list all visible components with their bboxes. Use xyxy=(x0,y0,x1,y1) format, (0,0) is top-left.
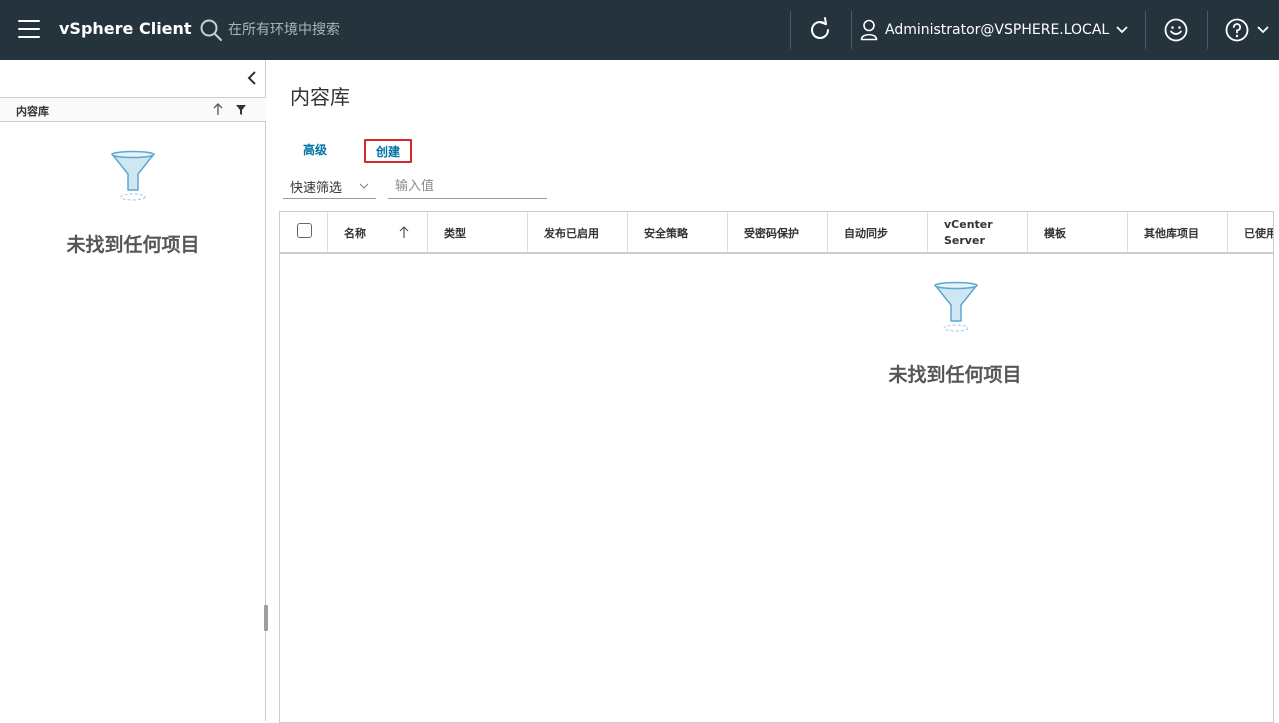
panel-splitter-handle[interactable] xyxy=(264,605,268,631)
quick-filter-select[interactable]: 快速筛选 xyxy=(283,175,376,199)
select-all-column xyxy=(280,212,328,252)
column-header-vcenter-server[interactable]: vCenter Server xyxy=(928,212,1028,252)
left-navigator-panel: 内容库 未找到任何项目 xyxy=(0,60,268,721)
select-all-checkbox[interactable] xyxy=(297,223,312,238)
funnel-icon xyxy=(111,150,155,201)
search-icon xyxy=(200,19,222,41)
menu-icon[interactable] xyxy=(18,20,40,40)
header-divider xyxy=(851,11,852,49)
chevron-down-icon xyxy=(1257,26,1269,34)
user-menu[interactable]: Administrator@VSPHERE.LOCAL xyxy=(860,15,1129,45)
smiley-icon[interactable] xyxy=(1163,17,1189,43)
create-button[interactable]: 创建 xyxy=(364,139,412,163)
funnel-icon xyxy=(934,281,978,332)
column-header-used[interactable]: 已使用 xyxy=(1228,212,1273,252)
column-header-publish-enabled[interactable]: 发布已启用 xyxy=(528,212,628,252)
quick-filter-label: 快速筛选 xyxy=(290,181,343,196)
filter-value-input[interactable] xyxy=(388,175,547,199)
column-header-other-items[interactable]: 其他库项目 xyxy=(1128,212,1228,252)
content-library-grid: 名称 类型 发布已启用 安全策略 受密码保护 自动同步 vCenter Serve… xyxy=(279,211,1274,723)
chevron-down-icon xyxy=(359,183,369,189)
grid-empty-message: 未找到任何项目 xyxy=(888,364,1022,386)
page-title: 内容库 xyxy=(290,85,350,109)
sort-up-icon[interactable] xyxy=(398,225,410,239)
tree-header: 内容库 xyxy=(0,97,266,122)
header-divider xyxy=(790,11,791,49)
column-header-type[interactable]: 类型 xyxy=(428,212,528,252)
left-empty-message: 未找到任何项目 xyxy=(66,234,200,256)
advanced-button[interactable]: 高级 xyxy=(296,139,334,163)
header-divider xyxy=(1145,11,1146,49)
chevron-left-icon[interactable] xyxy=(245,70,259,86)
global-search-input[interactable] xyxy=(228,17,528,43)
chevron-down-icon xyxy=(1116,26,1128,34)
refresh-icon[interactable] xyxy=(806,16,834,44)
grid-header: 名称 类型 发布已启用 安全策略 受密码保护 自动同步 vCenter Serve… xyxy=(280,212,1273,254)
top-header: vSphere Client Administrator@VSPHERE.LOC… xyxy=(0,0,1279,60)
column-header-auto-sync[interactable]: 自动同步 xyxy=(828,212,928,252)
app-title[interactable]: vSphere Client xyxy=(59,19,192,38)
user-icon xyxy=(860,19,878,41)
column-header-password-protected[interactable]: 受密码保护 xyxy=(728,212,828,252)
column-header-templates[interactable]: 模板 xyxy=(1028,212,1128,252)
help-icon xyxy=(1225,18,1249,42)
column-header-security-policy[interactable]: 安全策略 xyxy=(628,212,728,252)
tree-header-label: 内容库 xyxy=(16,105,49,118)
header-divider xyxy=(1207,11,1208,49)
column-header-name[interactable]: 名称 xyxy=(328,212,428,252)
user-name: Administrator@VSPHERE.LOCAL xyxy=(885,22,1110,38)
sort-up-icon[interactable] xyxy=(211,101,225,117)
filter-icon[interactable] xyxy=(234,103,248,117)
help-menu[interactable] xyxy=(1224,16,1270,44)
